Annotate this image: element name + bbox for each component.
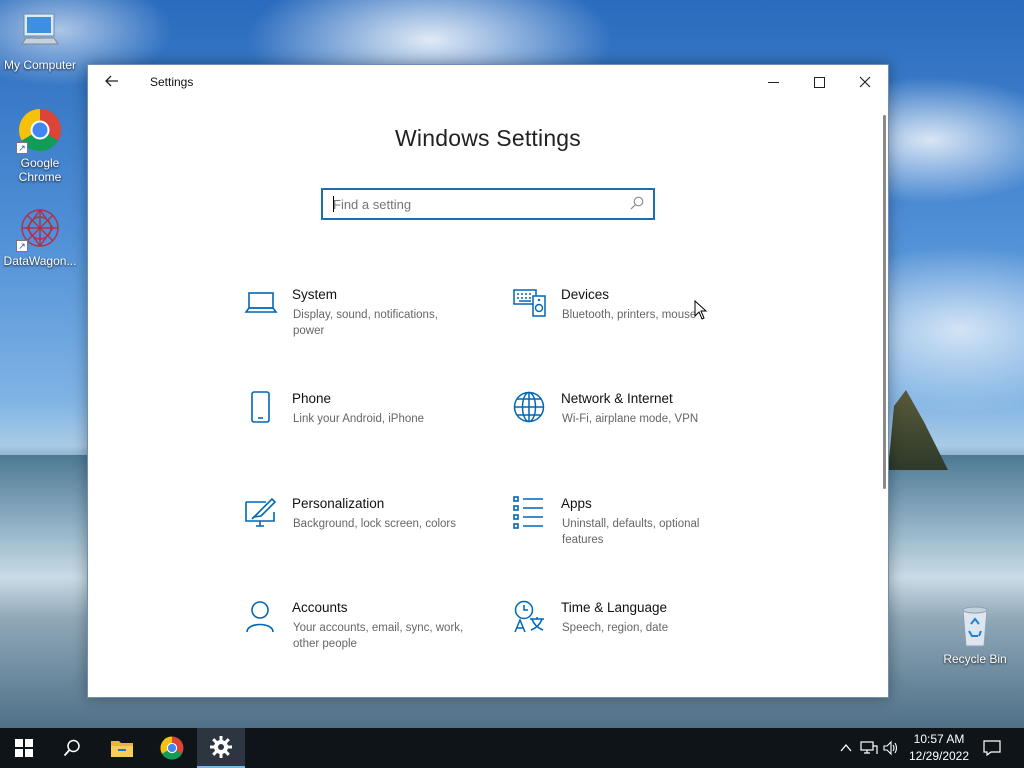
tile-accounts[interactable]: Accounts Your accounts, email, sync, wor… bbox=[244, 600, 474, 670]
desktop-icon-my-computer[interactable]: My Computer bbox=[0, 10, 80, 72]
action-center-button[interactable] bbox=[968, 728, 1016, 768]
close-icon bbox=[859, 76, 871, 88]
tile-title: Time & Language bbox=[561, 600, 668, 615]
desktop-icon-datawagon[interactable]: ↗ DataWagon... bbox=[0, 206, 80, 268]
tile-devices[interactable]: Devices Bluetooth, printers, mouse bbox=[513, 287, 743, 357]
start-button[interactable] bbox=[0, 728, 48, 768]
arrow-left-icon bbox=[105, 75, 118, 87]
file-explorer-icon bbox=[111, 741, 133, 757]
network-icon[interactable] bbox=[860, 740, 878, 756]
desktop-icon-label: My Computer bbox=[3, 58, 77, 72]
tile-title: Accounts bbox=[292, 600, 348, 615]
shortcut-arrow-icon: ↗ bbox=[16, 240, 28, 252]
taskbar-settings[interactable] bbox=[197, 728, 245, 768]
desktop-icon-google-chrome[interactable]: ↗ Google Chrome bbox=[0, 108, 80, 184]
devices-icon bbox=[513, 289, 546, 317]
desktop-icon-label: DataWagon... bbox=[3, 254, 77, 268]
chevron-up-icon[interactable] bbox=[838, 740, 854, 756]
desktop-icon-label: Recycle Bin bbox=[943, 652, 1007, 666]
search-icon bbox=[630, 196, 644, 210]
settings-search-box[interactable] bbox=[321, 188, 655, 220]
tile-title: Personalization bbox=[292, 496, 385, 511]
tile-description: Speech, region, date bbox=[562, 622, 669, 634]
search-icon bbox=[63, 739, 80, 757]
maximize-button[interactable] bbox=[796, 65, 842, 99]
tile-time-language[interactable]: Time & Language Speech, region, date bbox=[513, 600, 743, 670]
mouse-pointer-icon bbox=[694, 300, 708, 320]
volume-icon[interactable] bbox=[882, 740, 900, 756]
scrollbar[interactable] bbox=[883, 115, 886, 489]
chrome-icon bbox=[160, 736, 184, 760]
notification-icon bbox=[983, 740, 1001, 756]
tile-title: Phone bbox=[292, 391, 332, 406]
person-icon bbox=[246, 601, 274, 633]
tile-description: Background, lock screen, colors bbox=[293, 518, 456, 530]
page-title: Windows Settings bbox=[395, 125, 581, 151]
tile-phone[interactable]: Phone Link your Android, iPhone bbox=[244, 391, 474, 461]
chrome-icon: ↗ bbox=[16, 108, 62, 154]
desktop-icon-recycle-bin[interactable]: Recycle Bin bbox=[935, 604, 1015, 666]
minimize-button[interactable] bbox=[750, 65, 796, 99]
search-input[interactable] bbox=[323, 190, 619, 218]
close-button[interactable] bbox=[842, 65, 888, 99]
tile-description: Wi-Fi, airplane mode, VPN bbox=[562, 413, 699, 425]
wallpaper-rock bbox=[888, 390, 948, 470]
phone-icon bbox=[251, 391, 270, 423]
personalization-icon bbox=[245, 497, 277, 527]
taskbar-search-button[interactable] bbox=[48, 728, 96, 768]
settings-gear-icon bbox=[210, 736, 232, 758]
taskbar: 10:57 AM 12/29/2022 bbox=[0, 728, 1024, 768]
recycle-bin-icon bbox=[953, 604, 997, 648]
tile-title: Network & Internet bbox=[561, 391, 673, 406]
clock-date: 12/29/2022 bbox=[908, 749, 970, 763]
shortcut-arrow-icon: ↗ bbox=[16, 142, 28, 154]
tile-network-internet[interactable]: Network & Internet Wi-Fi, airplane mode,… bbox=[513, 391, 743, 461]
maximize-icon bbox=[813, 76, 825, 88]
text-cursor bbox=[333, 196, 334, 212]
tile-title: System bbox=[292, 287, 338, 302]
tile-description: Uninstall, defaults, optional features bbox=[562, 518, 700, 546]
back-button[interactable] bbox=[100, 71, 124, 93]
tile-description: Display, sound, notifications, power bbox=[293, 309, 438, 337]
tile-description: Your accounts, email, sync, work, other … bbox=[293, 622, 464, 650]
settings-window: Settings Windows Settings System Display… bbox=[87, 64, 889, 698]
window-title: Settings bbox=[150, 75, 194, 89]
tile-personalization[interactable]: Personalization Background, lock screen,… bbox=[244, 496, 474, 566]
taskbar-chrome[interactable] bbox=[148, 728, 196, 768]
desktop-icon-label: Google Chrome bbox=[18, 156, 62, 184]
laptop-icon bbox=[244, 292, 278, 313]
tile-title: Devices bbox=[561, 287, 610, 302]
title-bar[interactable]: Settings bbox=[88, 65, 888, 99]
tile-title: Apps bbox=[561, 496, 592, 511]
apps-list-icon bbox=[513, 496, 543, 529]
globe-icon bbox=[513, 391, 545, 423]
minimize-icon bbox=[767, 81, 779, 83]
tile-system[interactable]: System Display, sound, notifications, po… bbox=[244, 287, 474, 357]
time-language-icon bbox=[514, 600, 544, 633]
taskbar-file-explorer[interactable] bbox=[98, 728, 146, 768]
tile-description: Bluetooth, printers, mouse bbox=[562, 309, 697, 321]
clock-time: 10:57 AM bbox=[913, 732, 965, 746]
tile-description: Link your Android, iPhone bbox=[293, 413, 425, 425]
datawagon-icon: ↗ bbox=[16, 206, 62, 252]
system-tray bbox=[838, 728, 900, 768]
taskbar-clock[interactable]: 10:57 AM 12/29/2022 bbox=[902, 731, 976, 765]
start-icon bbox=[15, 739, 33, 757]
computer-icon bbox=[18, 10, 62, 54]
tile-apps[interactable]: Apps Uninstall, defaults, optional featu… bbox=[513, 496, 743, 566]
